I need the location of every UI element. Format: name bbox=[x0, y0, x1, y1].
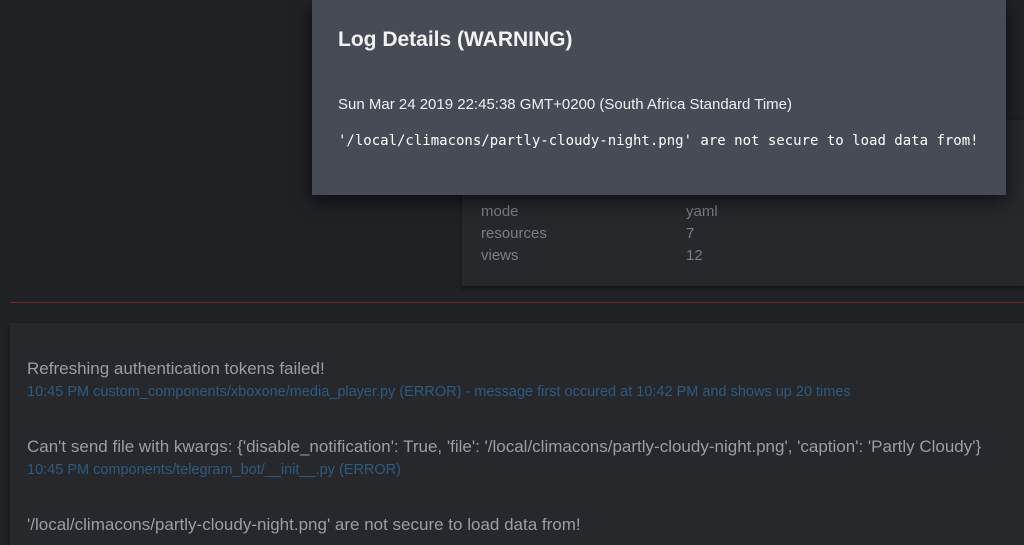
log-details-dialog: Log Details (WARNING) Sun Mar 24 2019 22… bbox=[312, 0, 1006, 195]
log-entry[interactable]: Refreshing authentication tokens failed!… bbox=[27, 358, 1022, 402]
log-entry[interactable]: Can't send file with kwargs: {'disable_n… bbox=[27, 436, 1022, 480]
error-log-panel: Refreshing authentication tokens failed!… bbox=[10, 323, 1024, 545]
section-divider bbox=[10, 302, 1024, 303]
info-key: mode bbox=[481, 203, 519, 220]
log-meta: 10:45 PM custom_components/xboxone/media… bbox=[27, 384, 851, 400]
info-row-resources: resources 7 bbox=[481, 225, 1001, 247]
info-key: resources bbox=[481, 225, 547, 242]
log-meta: 10:45 PM components/telegram_bot/__init_… bbox=[27, 462, 401, 478]
info-value: yaml bbox=[686, 203, 718, 220]
info-value: 12 bbox=[686, 247, 703, 264]
info-key: views bbox=[481, 247, 519, 264]
info-row-mode: mode yaml bbox=[481, 203, 1001, 225]
log-message[interactable]: Can't send file with kwargs: {'disable_n… bbox=[27, 436, 1022, 458]
app-root: mode yaml resources 7 views 12 Refreshin… bbox=[0, 0, 1024, 545]
log-entry[interactable]: '/local/climacons/partly-cloudy-night.pn… bbox=[27, 514, 1022, 538]
dialog-title: Log Details (WARNING) bbox=[338, 28, 573, 51]
log-message[interactable]: '/local/climacons/partly-cloudy-night.pn… bbox=[27, 514, 1022, 536]
dialog-timestamp: Sun Mar 24 2019 22:45:38 GMT+0200 (South… bbox=[338, 96, 793, 113]
log-message[interactable]: Refreshing authentication tokens failed! bbox=[27, 358, 1022, 380]
info-value: 7 bbox=[686, 225, 695, 242]
info-row-views: views 12 bbox=[481, 247, 1001, 269]
dialog-message: '/local/climacons/partly-cloudy-night.pn… bbox=[338, 133, 979, 149]
